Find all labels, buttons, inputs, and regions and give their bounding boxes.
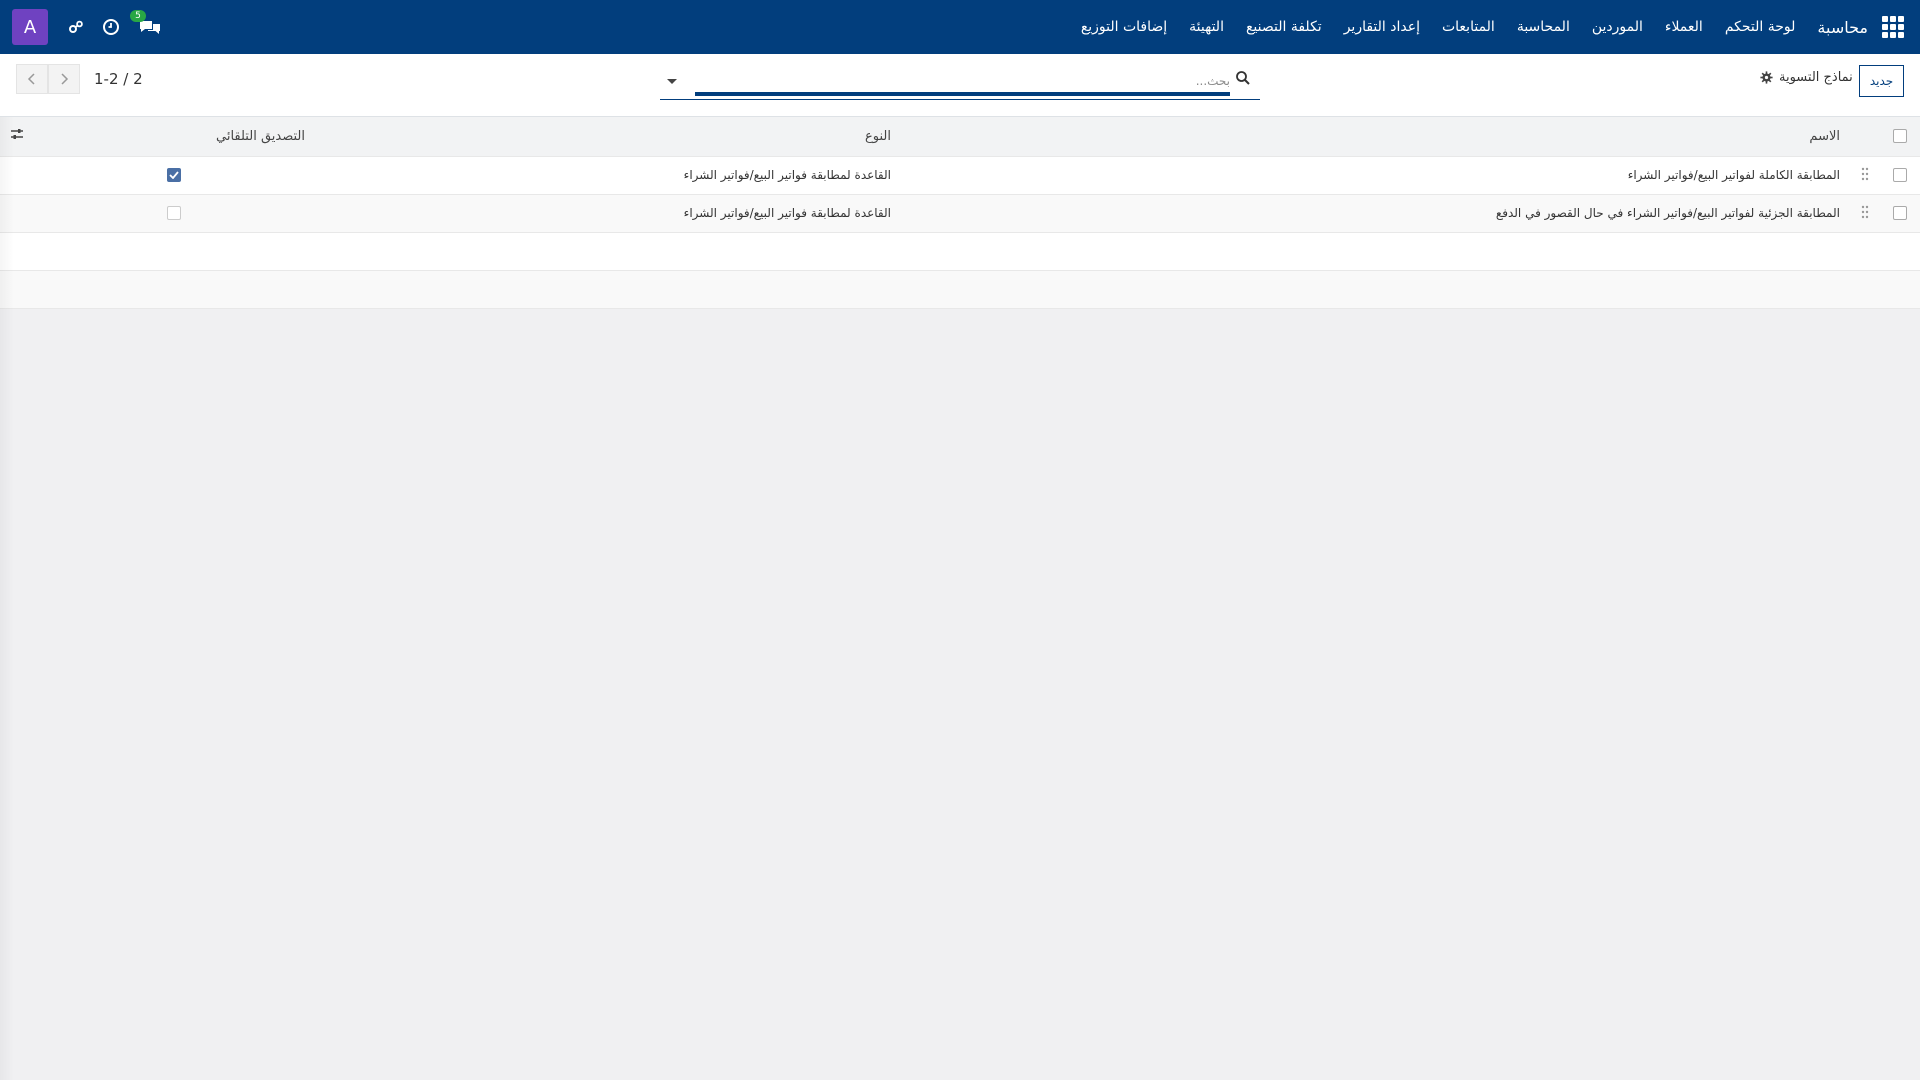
row-handle-cell <box>1850 194 1880 233</box>
chat-icon[interactable]: 5 <box>130 10 162 36</box>
row-select-cell <box>1880 156 1920 195</box>
column-header-auto-validate[interactable]: التصديق التلقائي <box>34 117 313 157</box>
drag-handle-icon[interactable] <box>1850 167 1880 181</box>
menu-customers[interactable]: العملاء <box>1665 19 1703 35</box>
auto-validate-cell <box>34 194 313 233</box>
apps-grid-icon[interactable] <box>1882 16 1904 38</box>
reconcile-models-table: التصديق التلقائي النوع الاسم القاعدة لمط… <box>0 117 1920 309</box>
drag-handle-icon[interactable] <box>1850 205 1880 219</box>
row-select-checkbox[interactable] <box>1893 206 1907 221</box>
messages-badge: 5 <box>130 10 146 22</box>
pager-next-button[interactable] <box>48 64 80 94</box>
new-button[interactable]: جديد <box>1859 65 1904 97</box>
row-select-checkbox[interactable] <box>1893 168 1907 183</box>
debug-icon[interactable] <box>68 20 84 34</box>
menu-vendors[interactable]: الموردين <box>1592 19 1643 35</box>
auto-validate-checkbox-checked[interactable] <box>166 168 181 183</box>
column-header-name[interactable]: الاسم <box>898 117 1850 157</box>
row-name[interactable]: المطابقة الجزئية لفواتير البيع/فواتير ال… <box>898 194 1850 233</box>
nav-main: محاسبة لوحة التحكم العملاء الموردين المح… <box>1059 0 1920 54</box>
table-row[interactable]: القاعدة لمطابقة فواتير البيع/فواتير الشر… <box>0 156 1920 195</box>
breadcrumb: نماذج التسوية <box>1760 70 1856 85</box>
left-edge-shadow <box>0 117 14 1080</box>
search-input-underline <box>695 92 1230 96</box>
empty-row-cell <box>0 270 1920 309</box>
systray: A 5 <box>0 0 180 54</box>
caret-down-icon <box>667 79 677 84</box>
menu-reporting[interactable]: إعداد التقارير <box>1344 19 1420 35</box>
chevron-left-icon <box>27 73 35 85</box>
column-header-handle <box>1850 117 1880 157</box>
menu-accounting[interactable]: المحاسبة <box>1517 19 1570 35</box>
menu-configuration[interactable]: التهيئة <box>1189 19 1224 35</box>
table-row[interactable]: القاعدة لمطابقة فواتير البيع/فواتير الشر… <box>0 194 1920 233</box>
row-select-cell <box>1880 194 1920 233</box>
empty-row-cell <box>0 232 1920 271</box>
empty-row <box>0 270 1920 309</box>
clock-icon[interactable] <box>102 18 120 36</box>
row-type[interactable]: القاعدة لمطابقة فواتير البيع/فواتير الشر… <box>313 156 898 195</box>
search-bar <box>660 68 1260 100</box>
app-brand[interactable]: محاسبة <box>1817 18 1868 37</box>
page-title: نماذج التسوية <box>1779 70 1853 85</box>
checkmark-icon <box>168 171 179 180</box>
row-handle-cell <box>1850 156 1880 195</box>
main-navbar: محاسبة لوحة التحكم العملاء الموردين المح… <box>0 0 1920 54</box>
search-options-toggle[interactable] <box>660 72 684 92</box>
menu-followups[interactable]: المتابعات <box>1442 19 1495 35</box>
control-panel: 1-2 / 2 نماذج التسوية <box>0 54 1920 117</box>
pager: 1-2 / 2 <box>16 64 143 94</box>
menu-dashboard[interactable]: لوحة التحكم <box>1725 19 1796 35</box>
row-name[interactable]: المطابقة الكاملة لفواتير البيع/فواتير ال… <box>898 156 1850 195</box>
chevron-right-icon <box>61 73 69 85</box>
search-icon[interactable] <box>1235 70 1251 90</box>
table-header-row: التصديق التلقائي النوع الاسم <box>0 117 1920 157</box>
gear-icon[interactable] <box>1760 71 1773 84</box>
pager-value[interactable]: 1-2 / 2 <box>94 70 143 88</box>
pager-previous-button[interactable] <box>16 64 48 94</box>
empty-row <box>0 232 1920 271</box>
user-avatar[interactable]: A <box>12 9 48 45</box>
auto-validate-checkbox[interactable] <box>166 206 181 221</box>
menu-distribution-addons[interactable]: إضافات التوزيع <box>1081 19 1167 35</box>
auto-validate-cell <box>34 156 313 195</box>
column-header-type[interactable]: النوع <box>313 117 898 157</box>
select-all-cell <box>1880 117 1920 157</box>
search-input[interactable] <box>695 70 1230 92</box>
select-all-checkbox[interactable] <box>1893 129 1907 144</box>
menu-manufacturing-cost[interactable]: تكلفة التصنيع <box>1246 19 1322 35</box>
row-type[interactable]: القاعدة لمطابقة فواتير البيع/فواتير الشر… <box>313 194 898 233</box>
